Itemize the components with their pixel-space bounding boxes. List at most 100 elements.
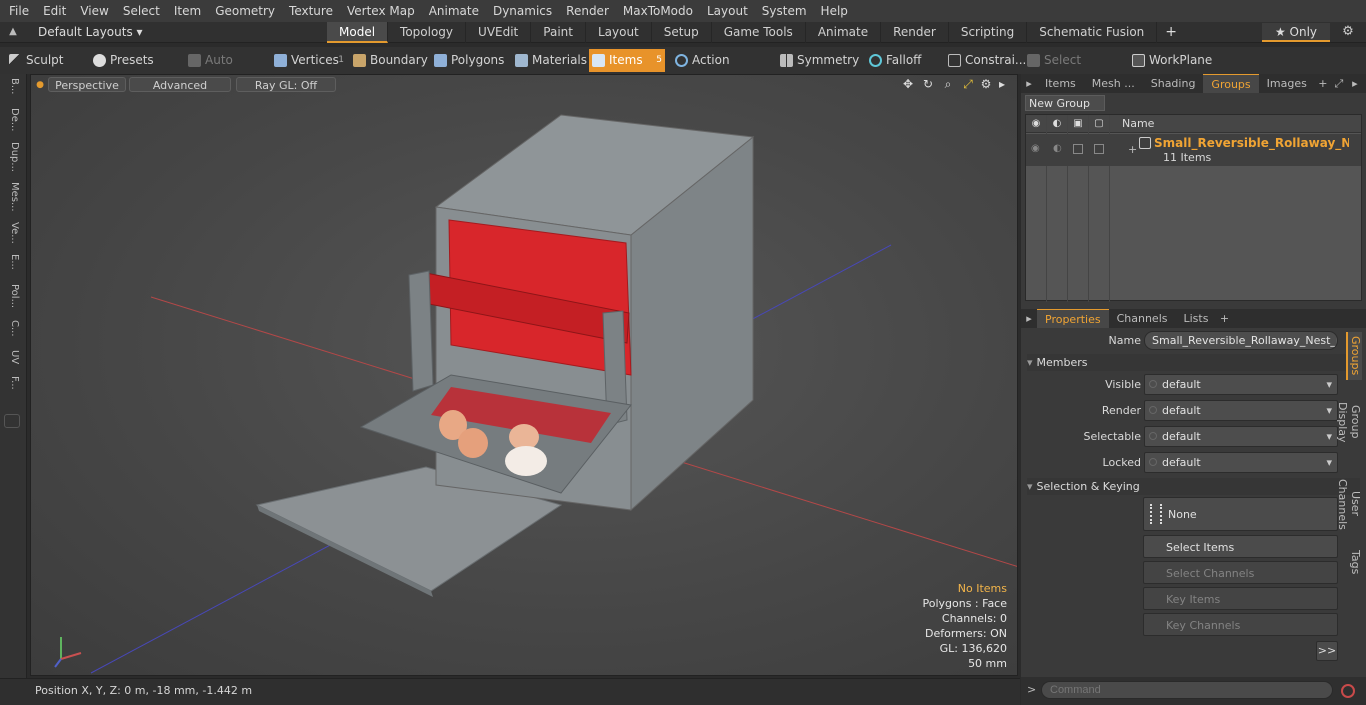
select-through-button[interactable]: Select Through: [1024, 49, 1124, 90]
viewport-more-icon[interactable]: ▸: [995, 77, 1009, 91]
action-center-button[interactable]: Action Center: [672, 49, 767, 90]
gear-icon[interactable]: ⚙: [1340, 24, 1356, 40]
zoom-view-icon[interactable]: ⌕: [941, 77, 955, 91]
tab-paint[interactable]: Paint: [531, 22, 586, 43]
only-toggle-button[interactable]: ★ Only: [1262, 23, 1330, 42]
tab-layout[interactable]: Layout: [586, 22, 652, 43]
tab-model[interactable]: Model: [327, 22, 389, 43]
menu-layout[interactable]: Layout: [702, 0, 753, 22]
vtab-group-display[interactable]: Group Display: [1336, 386, 1362, 458]
items-button[interactable]: Items 5: [589, 49, 665, 72]
render-icon[interactable]: ◐: [1051, 118, 1063, 130]
render-dropdown[interactable]: default: [1144, 400, 1338, 421]
tab-shading[interactable]: Shading: [1143, 74, 1204, 93]
row-lock-box[interactable]: [1094, 144, 1104, 154]
vtab-user-channels[interactable]: User Channels: [1336, 466, 1362, 542]
group-row[interactable]: ◉ ◐ + Small_Reversible_Rollaway_Nes... 1…: [1026, 134, 1361, 166]
menu-view[interactable]: View: [75, 0, 113, 22]
cube-icon[interactable]: ▣: [1072, 118, 1084, 130]
tab-images[interactable]: Images: [1259, 74, 1315, 93]
move-view-icon[interactable]: ✥: [901, 77, 915, 91]
tab-schematic-fusion[interactable]: Schematic Fusion: [1027, 22, 1158, 43]
new-group-button[interactable]: New Group: [1025, 95, 1105, 111]
key-channels-button[interactable]: Key Channels: [1143, 613, 1338, 636]
advanced-shading-button[interactable]: Advanced: [129, 77, 231, 92]
layout-menu-icon[interactable]: ▲: [6, 25, 20, 39]
panel-more-icon[interactable]: ▸: [1347, 74, 1363, 93]
panel-menu-icon[interactable]: ▸: [1021, 74, 1037, 93]
polygons-button[interactable]: Polygons: [431, 49, 507, 72]
tab-scripting[interactable]: Scripting: [949, 22, 1028, 43]
menu-maxtomodo[interactable]: MaxToModo: [618, 0, 698, 22]
strip-tab-uv[interactable]: UV: [4, 350, 20, 364]
menu-file[interactable]: File: [4, 0, 34, 22]
expand-panel-icon[interactable]: ⤢: [1331, 74, 1347, 93]
select-channels-button[interactable]: Select Channels: [1143, 561, 1338, 584]
raygl-button[interactable]: Ray GL: Off: [236, 77, 336, 92]
select-items-button[interactable]: Select Items: [1143, 535, 1338, 558]
add-tab-icon[interactable]: +: [1157, 22, 1185, 43]
menu-texture[interactable]: Texture: [284, 0, 338, 22]
symmetry-button[interactable]: Symmetry: [777, 49, 859, 72]
strip-tab-fusion[interactable]: F...: [4, 376, 20, 390]
vtab-groups[interactable]: Groups: [1346, 332, 1362, 380]
menu-help[interactable]: Help: [816, 0, 853, 22]
vtab-tags[interactable]: Tags: [1346, 548, 1362, 576]
strip-tab-vertex[interactable]: Ve...: [4, 222, 20, 244]
add-properties-tab-icon[interactable]: +: [1216, 309, 1232, 328]
selection-keying-section[interactable]: Selection & Keying: [1027, 478, 1360, 495]
strip-tab-deform[interactable]: De...: [4, 108, 20, 131]
tab-setup[interactable]: Setup: [652, 22, 712, 43]
viewport-gear-icon[interactable]: ⚙: [979, 77, 993, 91]
constraints-button[interactable]: Constrai...: [945, 49, 1026, 72]
tab-properties[interactable]: Properties: [1037, 309, 1109, 328]
auto-select-button[interactable]: Auto Select: [185, 49, 267, 90]
menu-animate[interactable]: Animate: [424, 0, 484, 22]
strip-collapse-icon[interactable]: [4, 414, 20, 428]
record-macro-icon[interactable]: [1341, 684, 1355, 698]
viewport-options-icon[interactable]: ●: [33, 78, 47, 92]
presets-button[interactable]: Presets: [90, 49, 178, 72]
menu-item[interactable]: Item: [169, 0, 206, 22]
tab-mesh[interactable]: Mesh ...: [1084, 74, 1143, 93]
sculpt-button[interactable]: Sculpt: [6, 49, 86, 72]
more-options-button[interactable]: >>: [1316, 641, 1338, 661]
default-layouts-dropdown[interactable]: Default Layouts ▾: [38, 22, 143, 43]
menu-dynamics[interactable]: Dynamics: [488, 0, 557, 22]
strip-tab-polygon[interactable]: Pol...: [4, 284, 20, 308]
strip-tab-mesh[interactable]: Mes...: [4, 182, 20, 212]
properties-menu-icon[interactable]: ▸: [1021, 309, 1037, 328]
falloff-button[interactable]: Falloff: [866, 49, 940, 72]
tab-uvedit[interactable]: UVEdit: [466, 22, 532, 43]
strip-tab-edge[interactable]: E...: [4, 254, 20, 270]
menu-vertex-map[interactable]: Vertex Map: [342, 0, 420, 22]
materials-button[interactable]: Materials: [512, 49, 587, 72]
add-panel-tab-icon[interactable]: +: [1315, 74, 1331, 93]
strip-tab-duplicate[interactable]: Dup...: [4, 142, 20, 172]
tab-game-tools[interactable]: Game Tools: [712, 22, 806, 43]
group-name[interactable]: Small_Reversible_Rollaway_Nes...: [1154, 136, 1349, 150]
strip-tab-curve[interactable]: C...: [4, 320, 20, 337]
vertices-button[interactable]: Vertices 1: [271, 49, 347, 72]
workplane-button[interactable]: WorkPlane: [1129, 49, 1212, 72]
tab-topology[interactable]: Topology: [388, 22, 467, 43]
group-name-field[interactable]: Small_Reversible_Rollaway_Nest_Box: [1144, 331, 1338, 350]
perspective-button[interactable]: Perspective: [48, 77, 126, 92]
tab-animate[interactable]: Animate: [806, 22, 882, 43]
tab-lists[interactable]: Lists: [1176, 309, 1217, 328]
tab-items[interactable]: Items: [1037, 74, 1084, 93]
selectable-dropdown[interactable]: default: [1144, 426, 1338, 447]
members-section[interactable]: Members: [1027, 354, 1360, 371]
row-eye-icon[interactable]: ◉: [1031, 143, 1040, 154]
key-items-button[interactable]: Key Items: [1143, 587, 1338, 610]
none-button[interactable]: None: [1143, 497, 1338, 531]
boundary-button[interactable]: Boundary: [350, 49, 428, 72]
3d-viewport[interactable]: ● Perspective Advanced Ray GL: Off ✥ ↻ ⌕…: [30, 74, 1018, 676]
strip-tab-basic[interactable]: B...: [4, 78, 20, 94]
lock-icon[interactable]: ▢: [1093, 118, 1105, 130]
tab-groups[interactable]: Groups: [1203, 74, 1259, 93]
menu-geometry[interactable]: Geometry: [210, 0, 280, 22]
menu-edit[interactable]: Edit: [38, 0, 71, 22]
eye-icon[interactable]: ◉: [1030, 118, 1042, 130]
expand-group-icon[interactable]: +: [1128, 143, 1137, 156]
